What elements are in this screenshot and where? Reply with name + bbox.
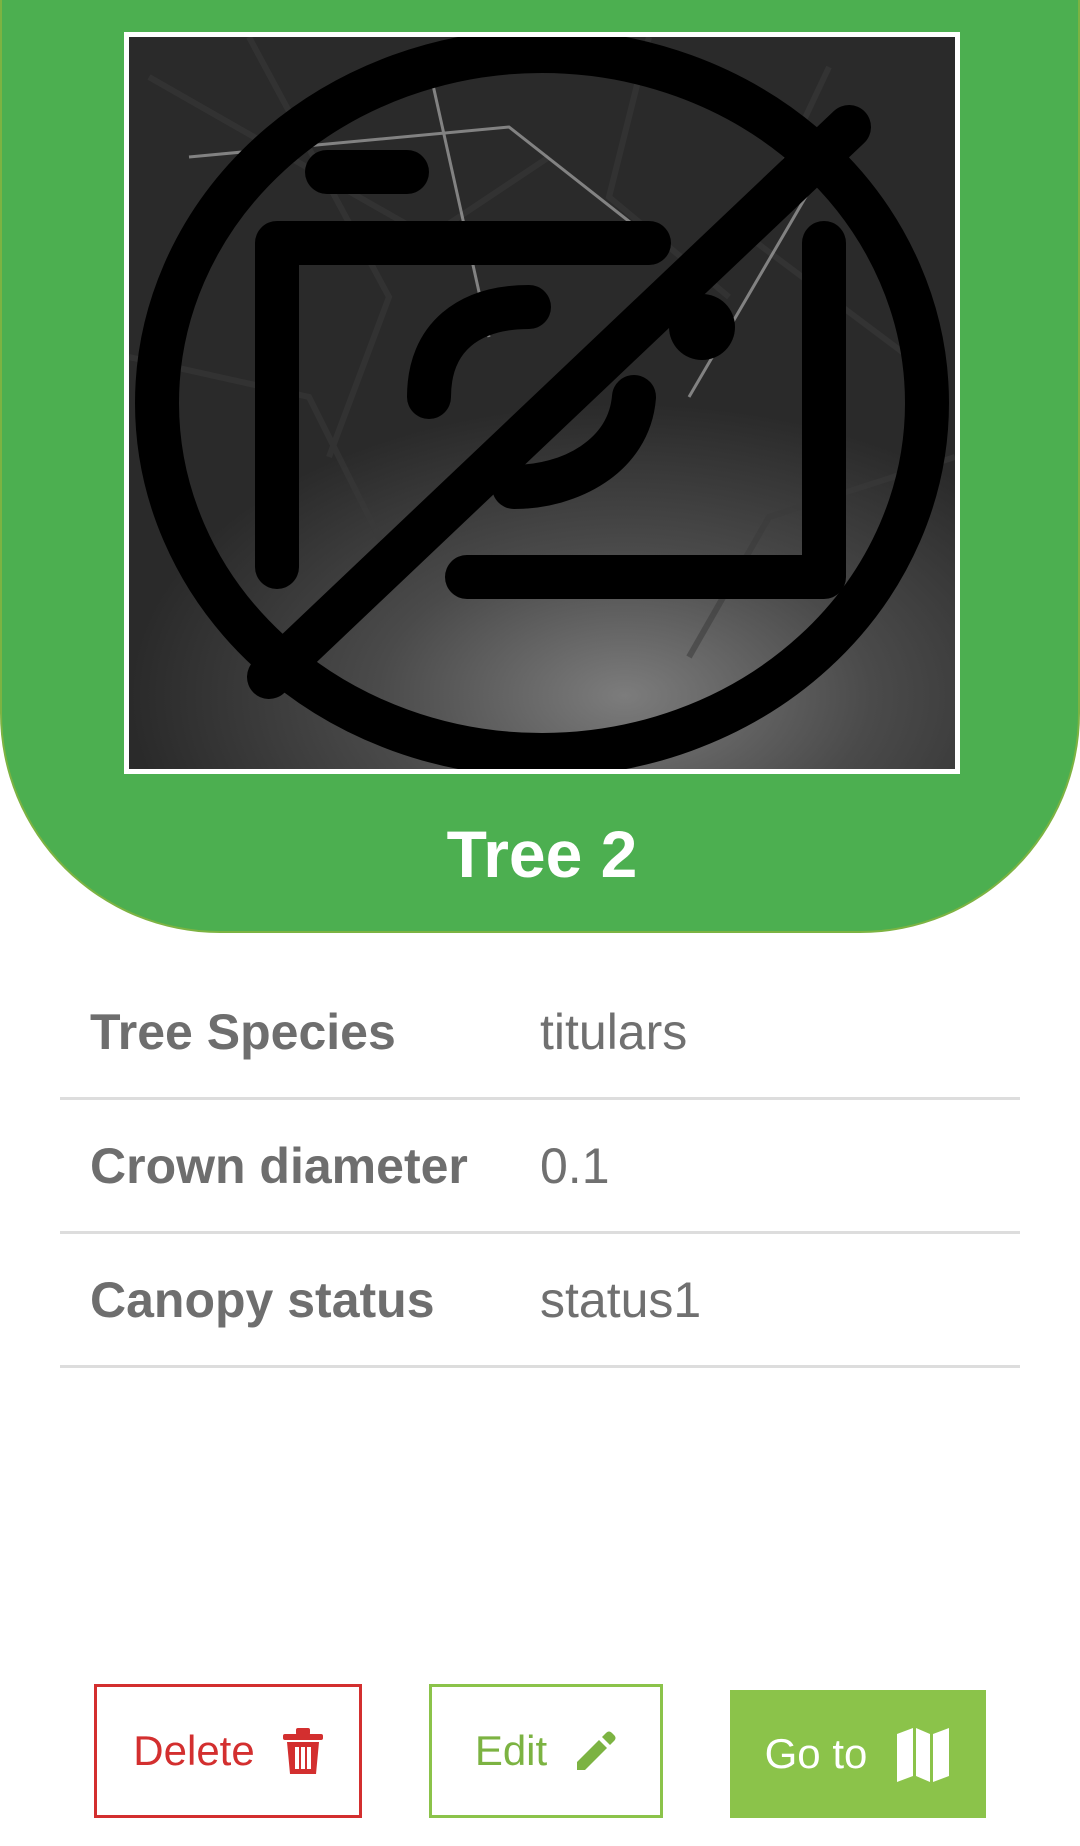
tree-header-card: Tree 2: [0, 0, 1080, 933]
detail-row-species: Tree Species titulars: [60, 966, 1020, 1100]
map-icon: [895, 1726, 951, 1782]
detail-label: Crown diameter: [90, 1137, 468, 1194]
pencil-icon: [575, 1730, 617, 1772]
go-to-button-label: Go to: [764, 1730, 868, 1777]
tree-details-table: Tree Species titulars Crown diameter 0.1…: [60, 966, 1020, 1368]
detail-label: Canopy status: [90, 1271, 435, 1328]
tree-photo-frame: [124, 32, 960, 774]
no-photo-icon: [135, 37, 949, 769]
detail-value: 0.1: [540, 1137, 610, 1194]
delete-button-label: Delete: [133, 1727, 255, 1774]
delete-button[interactable]: Delete: [94, 1684, 362, 1818]
edit-button-label: Edit: [474, 1727, 548, 1774]
tree-title: Tree 2: [446, 817, 638, 891]
go-to-button[interactable]: Go to: [730, 1690, 986, 1818]
detail-value: titulars: [540, 1003, 688, 1060]
trash-icon: [282, 1728, 323, 1774]
detail-label: Tree Species: [90, 1003, 396, 1060]
detail-value: status1: [540, 1271, 702, 1328]
tree-photo[interactable]: [129, 37, 955, 769]
tree-detail-page: Tree 2 Tree Species titulars Crown diame…: [0, 0, 1080, 1846]
edit-button[interactable]: Edit: [429, 1684, 663, 1818]
detail-row-crown-diameter: Crown diameter 0.1: [60, 1100, 1020, 1234]
detail-row-canopy-status: Canopy status status1: [60, 1234, 1020, 1368]
